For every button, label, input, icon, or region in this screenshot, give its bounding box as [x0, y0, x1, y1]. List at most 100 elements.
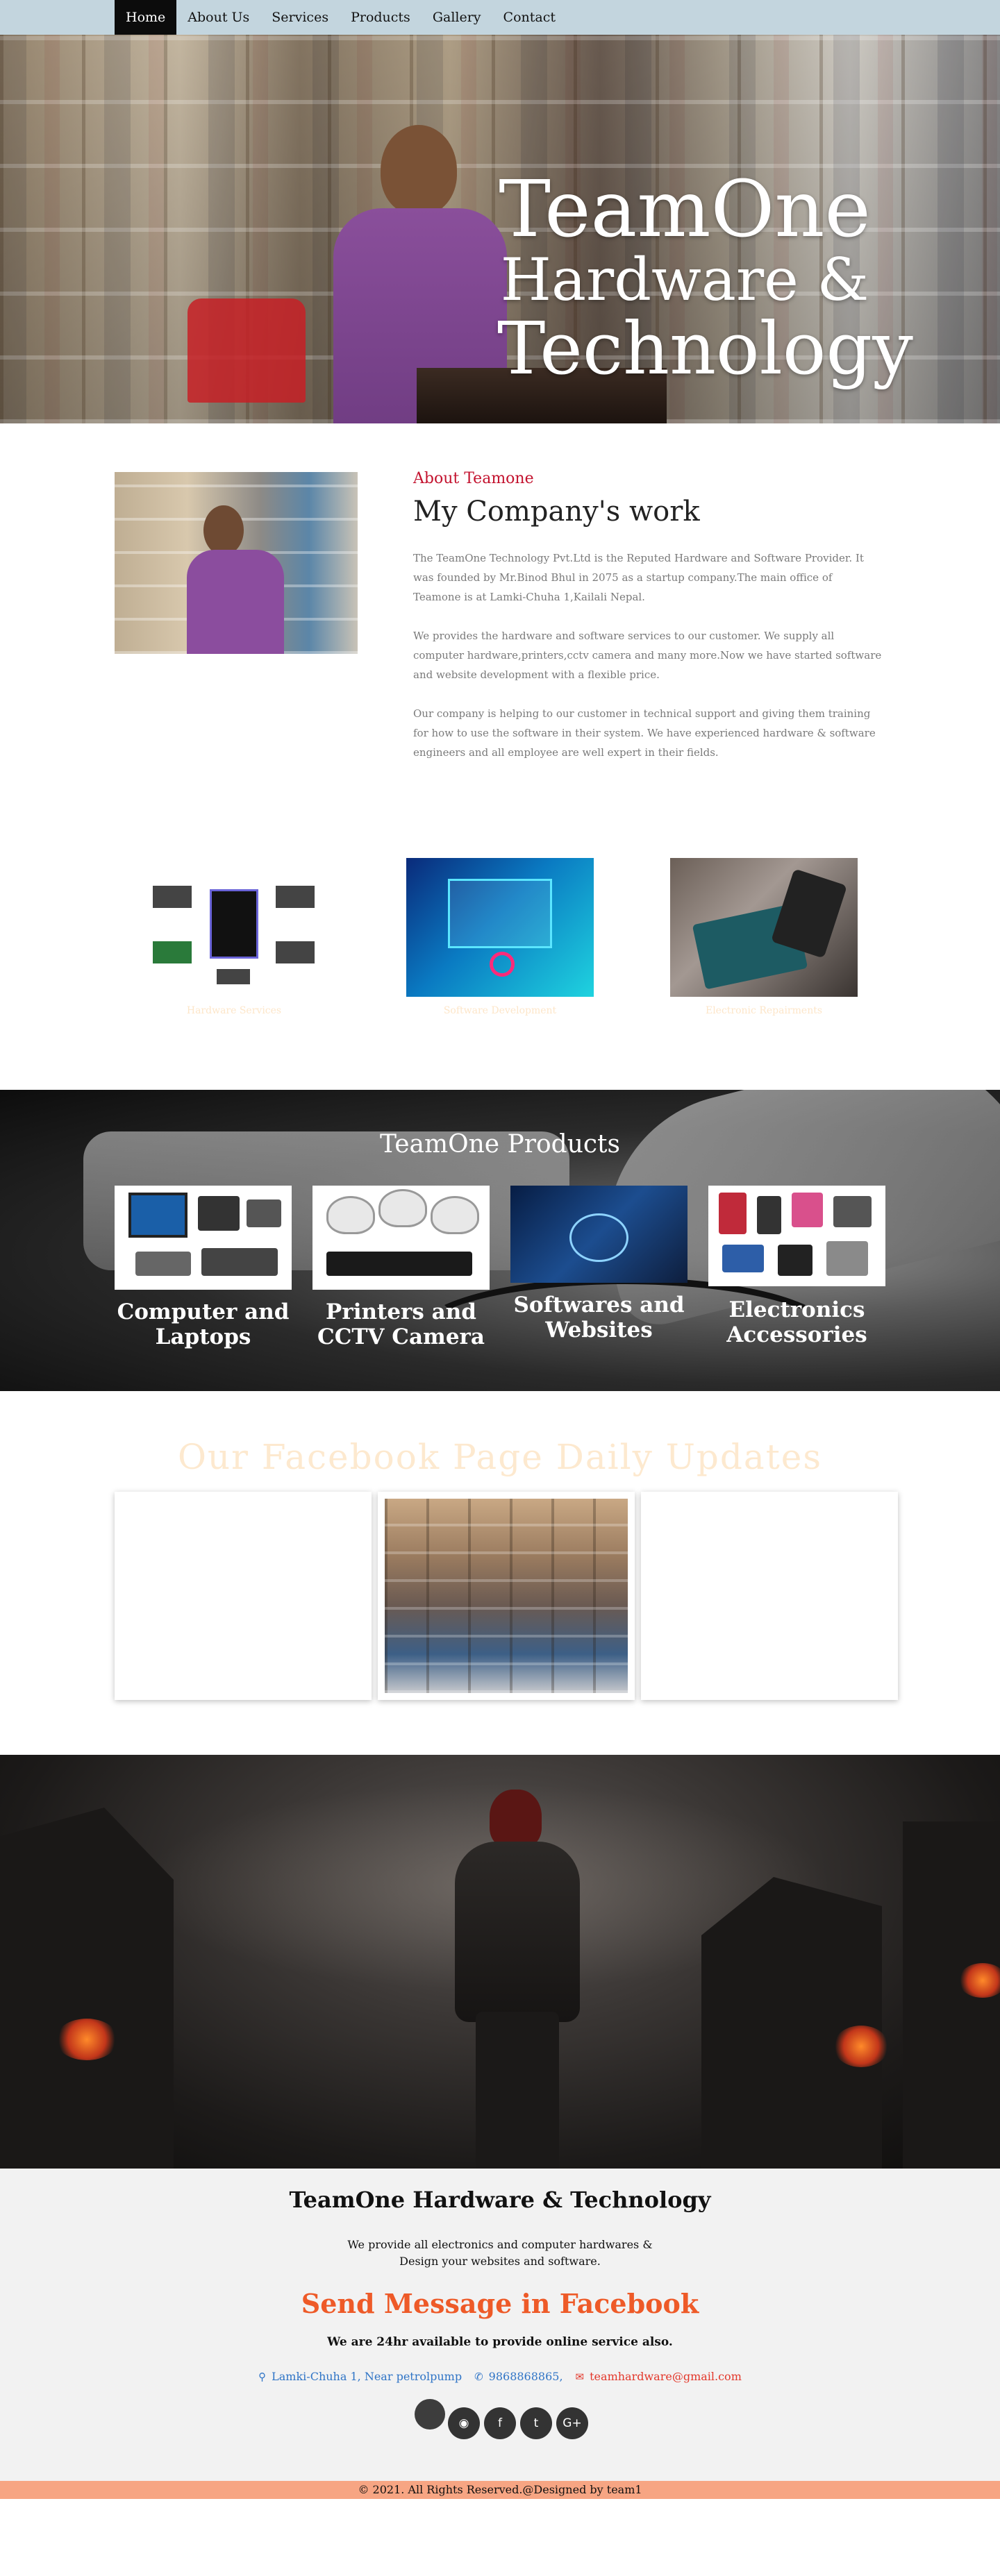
products-section: TeamOne Products Computer and Laptops Pr… [0, 1090, 1000, 1391]
address: ⚲ Lamki-Chuha 1, Near petrolpump [258, 2370, 462, 2383]
hero-person-head [381, 125, 457, 215]
phone[interactable]: ✆ 9868868865, [474, 2370, 562, 2383]
dvr-unit [326, 1252, 472, 1276]
facebook-post-card[interactable] [378, 1492, 635, 1700]
about-photo-head [203, 505, 244, 555]
product-name[interactable]: Computer and Laptops [115, 1299, 292, 1349]
services-section: Hardware Services Software Development E… [0, 798, 1000, 1090]
about-paragraph: Our company is helping to our customer i… [413, 707, 876, 759]
product-name-line: Computer and [117, 1299, 290, 1324]
service-card-hardware[interactable]: Hardware Services [140, 858, 328, 1016]
service-caption[interactable]: Electronic Repairments [670, 1005, 858, 1016]
hero-title: TeamOne Hardware & Technology [497, 165, 913, 391]
hero-title-line3: Technology [497, 306, 913, 391]
accessory [792, 1193, 823, 1227]
component [153, 886, 192, 908]
camera [431, 1196, 479, 1234]
top-nav: Home About Us Services Products Gallery … [0, 0, 1000, 35]
motherboard [153, 941, 192, 963]
device [201, 1248, 278, 1276]
product-name-line: Printers and [326, 1299, 476, 1324]
about-heading: My Company's work [413, 496, 700, 528]
pc-case [210, 889, 258, 959]
product-name-line: Electronics [728, 1297, 865, 1322]
email-link[interactable]: teamhardware@gmail.com [590, 2370, 742, 2383]
social-placeholder-button[interactable] [415, 2399, 445, 2430]
facebook-post-image[interactable] [385, 1499, 628, 1693]
about-photo-body [187, 550, 284, 654]
accessory [778, 1245, 812, 1276]
facebook-section: Our Facebook Page Daily Updates [0, 1391, 1000, 1755]
phone-text[interactable]: 9868868865, [489, 2370, 563, 2383]
product-name-line: Laptops [155, 1324, 251, 1349]
facebook-section-title: Our Facebook Page Daily Updates [177, 1437, 823, 1477]
footer-title: TeamOne Hardware & Technology [289, 2187, 711, 2213]
service-caption[interactable]: Software Development [406, 1005, 594, 1016]
twitter-icon[interactable]: t [520, 2407, 552, 2439]
product-electronics[interactable]: Electronics Accessories [708, 1186, 885, 1347]
device [135, 1252, 191, 1276]
social-links: ◉ f t G+ [448, 2407, 588, 2439]
about-text: The TeamOne Technology Pvt.Ltd is the Re… [413, 548, 882, 782]
map-marker-icon: ⚲ [258, 2370, 267, 2383]
building-right [701, 1877, 882, 2169]
rss-icon[interactable]: ◉ [448, 2407, 480, 2439]
about-photo [115, 472, 358, 654]
footer-desc-line: Design your websites and software. [399, 2255, 601, 2268]
product-name[interactable]: Softwares and Websites [510, 1293, 688, 1342]
facebook-post-card[interactable] [115, 1492, 372, 1700]
product-name[interactable]: Printers and CCTV Camera [312, 1299, 490, 1349]
hero-title-line1: TeamOne [499, 165, 871, 255]
footer: TeamOne Hardware & Technology We provide… [0, 2169, 1000, 2481]
address-text: Lamki-Chuha 1, Near petrolpump [272, 2370, 462, 2383]
nav-item-contact[interactable]: Contact [492, 0, 567, 35]
glow-graphic [569, 1213, 628, 1262]
nav-item-products[interactable]: Products [340, 0, 422, 35]
helmet [490, 1790, 542, 1849]
device [198, 1196, 240, 1231]
about-paragraph: We provides the hardware and software se… [413, 630, 882, 681]
nav-item-gallery[interactable]: Gallery [422, 0, 492, 35]
printers-cctv-image[interactable] [312, 1186, 490, 1290]
product-name[interactable]: Electronics Accessories [708, 1297, 885, 1347]
electronics-accessories-image[interactable] [708, 1186, 885, 1286]
accessory [757, 1196, 781, 1234]
nav-item-home[interactable]: Home [115, 0, 177, 35]
component [276, 941, 315, 963]
armored-figure [444, 1790, 590, 2169]
softwares-websites-image[interactable] [510, 1186, 688, 1283]
about-paragraph: The TeamOne Technology Pvt.Ltd is the Re… [413, 552, 864, 603]
footer-description: We provide all electronics and computer … [0, 2237, 1000, 2270]
send-message-link[interactable]: Send Message in Facebook [0, 2288, 1000, 2319]
component [276, 886, 315, 908]
product-computers[interactable]: Computer and Laptops [115, 1186, 292, 1349]
service-card-electronics[interactable]: Electronic Repairments [670, 858, 858, 1016]
product-name-line: Websites [545, 1318, 653, 1342]
facebook-post-card[interactable] [641, 1492, 898, 1700]
accessory [833, 1196, 872, 1227]
nav-item-about[interactable]: About Us [176, 0, 260, 35]
google-plus-icon[interactable]: G+ [556, 2407, 588, 2439]
nav-item-services[interactable]: Services [260, 0, 340, 35]
dark-banner-image [0, 1755, 1000, 2169]
armor-legs [476, 2012, 559, 2169]
product-printers-cctv[interactable]: Printers and CCTV Camera [312, 1186, 490, 1349]
facebook-icon[interactable]: f [484, 2407, 516, 2439]
camera [378, 1189, 427, 1227]
copyright-bar: © 2021. All Rights Reserved.@Designed by… [0, 2481, 1000, 2499]
software-development-image[interactable] [406, 858, 594, 997]
product-software[interactable]: Softwares and Websites [510, 1186, 688, 1342]
accessory [722, 1245, 764, 1272]
building-left [0, 1808, 174, 2169]
service-caption[interactable]: Hardware Services [140, 1005, 328, 1016]
service-card-software[interactable]: Software Development [406, 858, 594, 1016]
hardware-services-image[interactable] [140, 858, 328, 997]
ring-graphic [490, 952, 515, 977]
availability-text: We are 24hr available to provide online … [327, 2335, 673, 2349]
email[interactable]: ✉ teamhardware@gmail.com [576, 2370, 742, 2383]
electronic-repair-image[interactable] [670, 858, 858, 997]
device [247, 1199, 281, 1227]
computers-laptops-image[interactable] [115, 1186, 292, 1290]
product-name-line: Accessories [726, 1322, 867, 1347]
products-title: TeamOne Products [379, 1130, 620, 1159]
